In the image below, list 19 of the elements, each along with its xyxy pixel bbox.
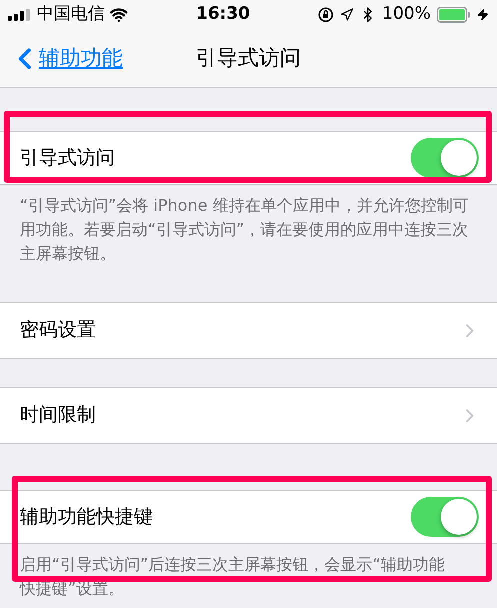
location-icon: [340, 8, 354, 22]
row-label: 辅助功能快捷键: [20, 504, 153, 530]
toggle-switch[interactable]: [411, 138, 479, 178]
settings-row[interactable]: 密码设置: [0, 302, 497, 359]
row-label: 引导式访问: [20, 146, 115, 171]
carrier-name: 中国电信: [37, 3, 105, 26]
toggle-switch[interactable]: [411, 497, 479, 537]
battery-percent: 100%: [382, 3, 431, 26]
page-title: 引导式访问: [196, 44, 301, 72]
footer-note: 启用“引导式访问”后连按三次主屏幕按钮，会显示“辅助功能: [20, 554, 446, 576]
charging-icon: [476, 9, 489, 21]
back-button[interactable]: 辅助功能: [8, 30, 123, 87]
signal-icon: [8, 9, 32, 21]
battery-icon: [436, 7, 471, 23]
clock: 16:30: [196, 3, 250, 26]
wifi-icon: [110, 6, 128, 24]
rotation-lock-icon: [318, 7, 334, 23]
footer-note: “引导式访问”会将 iPhone 维持在单个应用中，并允许您控制可用功能。若要启动“引导式访问”，请在要使用的应用中连按三次主屏幕按钮。: [20, 195, 470, 265]
settings-row[interactable]: 时间限制: [0, 387, 497, 444]
